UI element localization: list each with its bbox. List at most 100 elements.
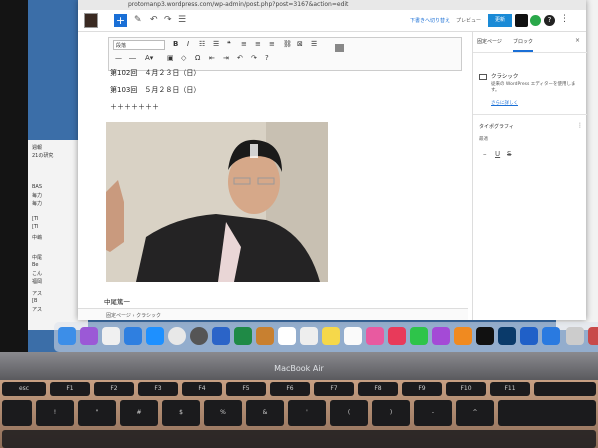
breadcrumb-block[interactable]: クラシック xyxy=(136,313,161,319)
key-row xyxy=(2,430,596,448)
dictionary-icon[interactable] xyxy=(588,327,598,345)
app-store-icon[interactable] xyxy=(542,327,560,345)
quote-icon[interactable]: ❝ xyxy=(227,40,231,48)
mac-dock xyxy=(54,322,598,352)
more-options-icon[interactable]: ⋮ xyxy=(560,14,569,24)
key: F10 xyxy=(446,382,486,396)
launchpad-icon[interactable] xyxy=(102,327,120,345)
settings-icon[interactable] xyxy=(190,327,208,345)
key: F7 xyxy=(314,382,354,396)
numbered-list-icon[interactable]: ☰ xyxy=(213,40,219,48)
indent-icon[interactable]: ⇥ xyxy=(223,54,229,62)
siri-icon[interactable] xyxy=(80,327,98,345)
finder-icon[interactable] xyxy=(58,327,76,345)
calendar-icon[interactable] xyxy=(278,327,296,345)
align-center-icon[interactable]: ≡ xyxy=(255,40,261,48)
update-button[interactable]: 更新 xyxy=(488,14,512,27)
amazon-music-icon[interactable] xyxy=(498,327,516,345)
divider xyxy=(473,114,587,115)
strikethrough-icon[interactable]: S xyxy=(507,150,511,158)
format-select[interactable]: 段落 xyxy=(113,40,165,50)
chrome-icon[interactable] xyxy=(168,327,186,345)
align-left-icon[interactable]: ≡ xyxy=(241,40,247,48)
photos-icon[interactable] xyxy=(366,327,384,345)
key xyxy=(2,400,32,426)
app-icon[interactable] xyxy=(256,327,274,345)
underline-icon[interactable]: U xyxy=(495,150,500,158)
bullet-list-icon[interactable]: ☷ xyxy=(199,40,205,48)
jetpack-icon[interactable] xyxy=(530,15,541,26)
more-tag-icon[interactable]: ☰ xyxy=(311,40,317,48)
preview-button[interactable]: プレビュー xyxy=(456,17,481,24)
text-color-icon[interactable]: A▾ xyxy=(145,54,153,62)
list-view-icon[interactable]: ☰ xyxy=(178,15,186,25)
key: ! xyxy=(36,400,74,426)
preview-icon[interactable] xyxy=(566,327,584,345)
breadcrumb-page[interactable]: 固定ページ xyxy=(106,313,131,319)
bg-row: 福岡 xyxy=(32,279,43,285)
block-title: クラシック xyxy=(491,74,519,80)
save-draft-button[interactable]: 下書きへ切り替え xyxy=(410,17,450,24)
undo-icon[interactable]: ↶ xyxy=(237,54,243,62)
address-bar[interactable]: protomanp3.wordpress.com/wp-admin/post.p… xyxy=(78,0,586,10)
bold-icon[interactable]: B xyxy=(173,40,178,48)
close-icon[interactable]: × xyxy=(575,37,580,44)
horizontal-line-icon[interactable]: ― xyxy=(129,54,136,62)
settings-panel: 固定ページ ブロック × クラシック 従来の WordPress エディターを使… xyxy=(472,32,587,320)
undo-icon[interactable]: ↶ xyxy=(150,15,158,25)
apple-tv-icon[interactable] xyxy=(476,327,494,345)
strikethrough-icon[interactable]: — xyxy=(115,54,122,62)
mail-icon[interactable] xyxy=(124,327,142,345)
bg-row: Be xyxy=(32,262,39,268)
italic-icon[interactable]: I xyxy=(187,40,189,48)
align-right-icon[interactable]: ≡ xyxy=(269,40,275,48)
word-icon[interactable] xyxy=(212,327,230,345)
reminders-icon[interactable] xyxy=(344,327,362,345)
safari-icon[interactable] xyxy=(146,327,164,345)
bg-row: BAS xyxy=(32,184,43,190)
bg-row: 中嶋 xyxy=(32,235,43,241)
notes-icon[interactable] xyxy=(322,327,340,345)
zoom-icon[interactable] xyxy=(520,327,538,345)
facetime-icon[interactable] xyxy=(410,327,428,345)
tab-page[interactable]: 固定ページ xyxy=(477,38,502,45)
content-line: ＋＋＋＋＋＋＋ xyxy=(110,103,159,111)
toolbar-toggle-icon[interactable] xyxy=(335,44,344,52)
outdent-icon[interactable]: ⇤ xyxy=(209,54,215,62)
tab-block[interactable]: ブロック xyxy=(513,38,534,52)
settings-icon[interactable] xyxy=(515,14,528,27)
divider xyxy=(473,52,587,53)
podcasts-icon[interactable] xyxy=(432,327,450,345)
help-icon[interactable]: ? xyxy=(544,15,555,26)
music-icon[interactable] xyxy=(388,327,406,345)
clear-formatting-icon[interactable]: ◇ xyxy=(181,54,186,62)
redo-icon[interactable]: ↷ xyxy=(251,54,257,62)
block-breadcrumb: 固定ページ › クラシック xyxy=(78,308,468,320)
maps-icon[interactable] xyxy=(300,327,318,345)
dash-icon[interactable]: – xyxy=(483,150,487,158)
site-logo[interactable] xyxy=(84,13,98,28)
speaker-photo[interactable] xyxy=(106,122,328,282)
link-icon[interactable]: ⛓ xyxy=(283,40,292,48)
add-block-button[interactable]: + xyxy=(114,14,127,27)
bg-row: アス xyxy=(32,291,43,297)
key: ' xyxy=(288,400,326,426)
pencil-icon[interactable]: ✎ xyxy=(134,15,142,25)
paste-text-icon[interactable]: ▣ xyxy=(167,54,174,62)
key: esc xyxy=(2,382,46,396)
books-icon[interactable] xyxy=(454,327,472,345)
bg-row: 週報 xyxy=(32,145,43,151)
content-line: 第102回 ４月２３日（日） xyxy=(110,69,201,77)
redo-icon[interactable]: ↷ xyxy=(164,15,172,25)
key: F9 xyxy=(402,382,442,396)
help-icon[interactable]: ? xyxy=(265,54,269,62)
typography-options-icon[interactable]: ⋮ xyxy=(577,122,583,129)
learn-more-link[interactable]: さらに詳しく xyxy=(491,100,518,106)
bg-row: [TI xyxy=(32,216,39,222)
special-character-icon[interactable]: Ω xyxy=(195,54,200,62)
key: F3 xyxy=(138,382,178,396)
key: F6 xyxy=(270,382,310,396)
unlink-icon[interactable]: ⊠ xyxy=(297,40,303,48)
typography-heading[interactable]: タイポグラフィ xyxy=(479,123,514,130)
excel-icon[interactable] xyxy=(234,327,252,345)
